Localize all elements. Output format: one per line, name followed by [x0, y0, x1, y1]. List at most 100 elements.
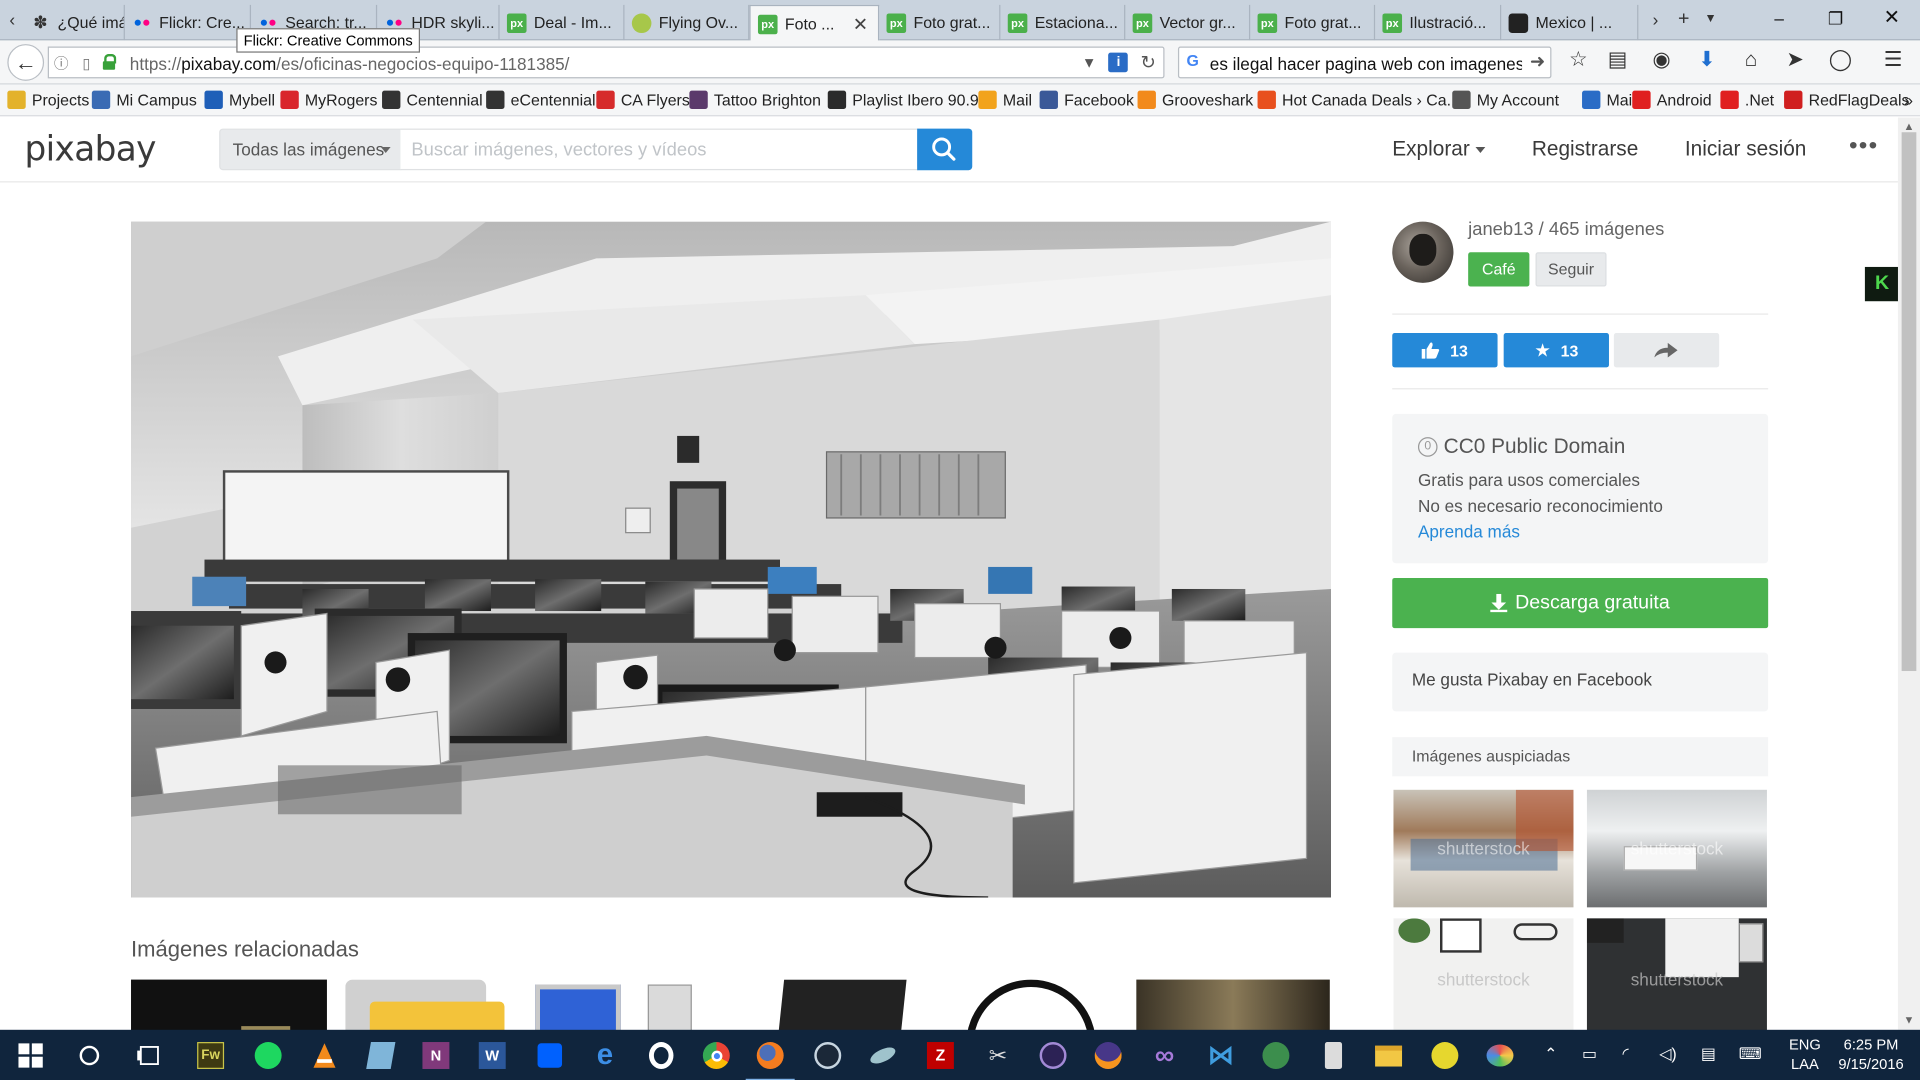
related-image-thumb[interactable]	[1136, 979, 1330, 1035]
pixabay-logo[interactable]: pixabay	[24, 129, 156, 169]
tab-scroll-right-icon[interactable]: ›	[1647, 6, 1664, 33]
browser-tab[interactable]: px Deal - Im...	[500, 4, 625, 41]
related-image-thumb[interactable]	[771, 979, 931, 1035]
pocket-icon[interactable]: ◉	[1648, 47, 1675, 74]
paint-icon[interactable]	[1483, 1038, 1517, 1072]
free-download-button[interactable]: Descarga gratuita	[1392, 577, 1769, 629]
minimize-icon[interactable]: –	[1751, 2, 1807, 34]
close-tab-icon[interactable]: ✕	[853, 13, 868, 35]
maximize-icon[interactable]: ❐	[1807, 2, 1863, 34]
related-image-thumb[interactable]	[961, 979, 1103, 1035]
browser-tab[interactable]: Flying Ov...	[624, 4, 750, 41]
explore-menu[interactable]: Explorar	[1392, 137, 1486, 161]
search-go-icon[interactable]: ➜	[1530, 50, 1545, 72]
browser-tab[interactable]: px Foto grat...	[1250, 4, 1376, 41]
like-button[interactable]: 13	[1392, 333, 1498, 368]
eclipse-alt-icon[interactable]	[1091, 1038, 1125, 1072]
address-bar[interactable]: ⓘ ▯ https://pixabay.com/es/oficinas-nego…	[47, 46, 1165, 79]
new-tab-icon[interactable]: +	[1673, 5, 1695, 34]
file-explorer-icon[interactable]	[1371, 1038, 1405, 1072]
storage-app-icon[interactable]	[1316, 1038, 1350, 1072]
bookmark-item[interactable]: Facebook	[1039, 90, 1134, 109]
battery-icon[interactable]: ▭	[1582, 1044, 1597, 1064]
browser-tab[interactable]: px Foto grat...	[879, 4, 1001, 41]
spotify-icon[interactable]	[251, 1038, 285, 1072]
search-button[interactable]	[917, 128, 973, 171]
windows-start-icon[interactable]	[13, 1038, 47, 1072]
related-image-thumb[interactable]	[345, 979, 505, 1035]
browser-tab[interactable]: ✽ ¿Qué imá...	[23, 4, 125, 41]
k-extension-button[interactable]: K	[1864, 266, 1900, 302]
search-bar[interactable]: G es ilegal hacer pagina web con imagene…	[1177, 46, 1552, 79]
scrollbar-thumb[interactable]	[1901, 132, 1917, 672]
image-search-field[interactable]	[400, 128, 919, 171]
sponsored-image-thumb[interactable]: shutterstock	[1586, 789, 1767, 908]
share-button[interactable]	[1613, 333, 1720, 368]
url-dropdown-icon[interactable]: ▼	[1082, 54, 1097, 71]
chat-icon[interactable]: ◯	[1827, 47, 1854, 74]
bookmark-star-icon[interactable]: ☆	[1565, 47, 1592, 74]
visual-studio-icon[interactable]: ∞	[1147, 1038, 1181, 1072]
bookmark-item[interactable]: Mail	[978, 90, 1032, 109]
notes-app-icon[interactable]	[364, 1038, 398, 1072]
tray-chevron-icon[interactable]: ⌃	[1544, 1044, 1557, 1064]
bookmark-item[interactable]: Mybell	[204, 90, 275, 109]
brackets-app-icon[interactable]	[1428, 1038, 1462, 1072]
onenote-icon[interactable]: N	[419, 1038, 453, 1072]
tools-app-icon[interactable]: ✂	[981, 1038, 1015, 1072]
main-photo[interactable]	[131, 221, 1332, 898]
tab-scroll-left-icon[interactable]: ‹	[4, 6, 21, 33]
reading-list-icon[interactable]: ▤	[1604, 47, 1631, 74]
language-indicator[interactable]: ENG LAA	[1789, 1035, 1821, 1074]
url-text[interactable]: https://pixabay.com/es/oficinas-negocios…	[130, 54, 570, 74]
related-image-thumb[interactable]	[535, 979, 695, 1035]
eclipse-icon[interactable]	[1036, 1038, 1070, 1072]
browser-tab[interactable]: px Foto ... ✕	[749, 4, 880, 42]
keyboard-icon[interactable]: ⌨	[1739, 1044, 1762, 1064]
bookmark-item[interactable]: My Account	[1452, 90, 1559, 109]
download-arrow-icon[interactable]: ⬇	[1693, 47, 1720, 74]
chrome-icon[interactable]	[699, 1038, 733, 1072]
bookmark-item[interactable]: Hot Canada Deals › Ca...	[1257, 90, 1460, 109]
send-icon[interactable]: ➤	[1782, 47, 1809, 74]
word-icon[interactable]: W	[475, 1038, 509, 1072]
browser-tab[interactable]: Flickr: Cre...	[125, 4, 252, 41]
close-window-icon[interactable]: ✕	[1864, 2, 1920, 34]
avatar[interactable]	[1392, 221, 1454, 283]
bookmark-item[interactable]: .Net	[1720, 90, 1774, 109]
task-view-icon[interactable]	[132, 1038, 166, 1072]
opera-icon[interactable]	[644, 1038, 678, 1072]
android-studio-icon[interactable]	[1259, 1038, 1293, 1072]
reload-icon[interactable]: ↻	[1141, 51, 1156, 74]
related-image-thumb[interactable]	[131, 979, 327, 1035]
volume-icon[interactable]: ◁)	[1659, 1044, 1677, 1064]
bookmark-item[interactable]: Mi Campus	[91, 90, 197, 109]
transmission-app-icon[interactable]	[866, 1038, 900, 1072]
filezilla-icon[interactable]: Z	[923, 1038, 957, 1072]
vlc-icon[interactable]	[307, 1038, 341, 1072]
bookmark-item[interactable]: Mail	[1582, 90, 1636, 109]
fireworks-app-icon[interactable]: Fw	[193, 1038, 227, 1072]
cortana-search-icon[interactable]	[72, 1038, 106, 1072]
login-link[interactable]: Iniciar sesión	[1685, 137, 1806, 161]
cafe-button[interactable]: Café	[1468, 252, 1530, 287]
sponsored-image-thumb[interactable]: shutterstock	[1393, 918, 1574, 1036]
browser-tab[interactable]: Mexico | ...	[1501, 4, 1639, 41]
follow-button[interactable]: Seguir	[1535, 252, 1607, 287]
register-link[interactable]: Registrarse	[1532, 137, 1638, 161]
tab-list-chevron-icon[interactable]: ▼	[1702, 5, 1719, 34]
search-engine-icon[interactable]: G	[1187, 51, 1199, 69]
dropbox-icon[interactable]	[533, 1038, 567, 1072]
firefox-icon[interactable]	[745, 1038, 795, 1080]
bookmark-item[interactable]: Grooveshark	[1137, 90, 1253, 109]
image-type-filter[interactable]: Todas las imágenes	[219, 128, 402, 171]
scroll-down-icon[interactable]: ▼	[1898, 1011, 1920, 1028]
bookmark-item[interactable]: eCentennial	[486, 90, 596, 109]
home-icon[interactable]: ⌂	[1738, 47, 1765, 74]
bookmark-item[interactable]: Playlist Ibero 90.9	[827, 90, 979, 109]
bookmark-item[interactable]: Centennial	[382, 90, 483, 109]
back-arrow-icon[interactable]: ←	[7, 44, 45, 81]
vs-code-icon[interactable]: ⋈	[1204, 1038, 1238, 1072]
bookmark-item[interactable]: CA Flyers	[596, 90, 690, 109]
browser-tab[interactable]: px Ilustració...	[1375, 4, 1502, 41]
